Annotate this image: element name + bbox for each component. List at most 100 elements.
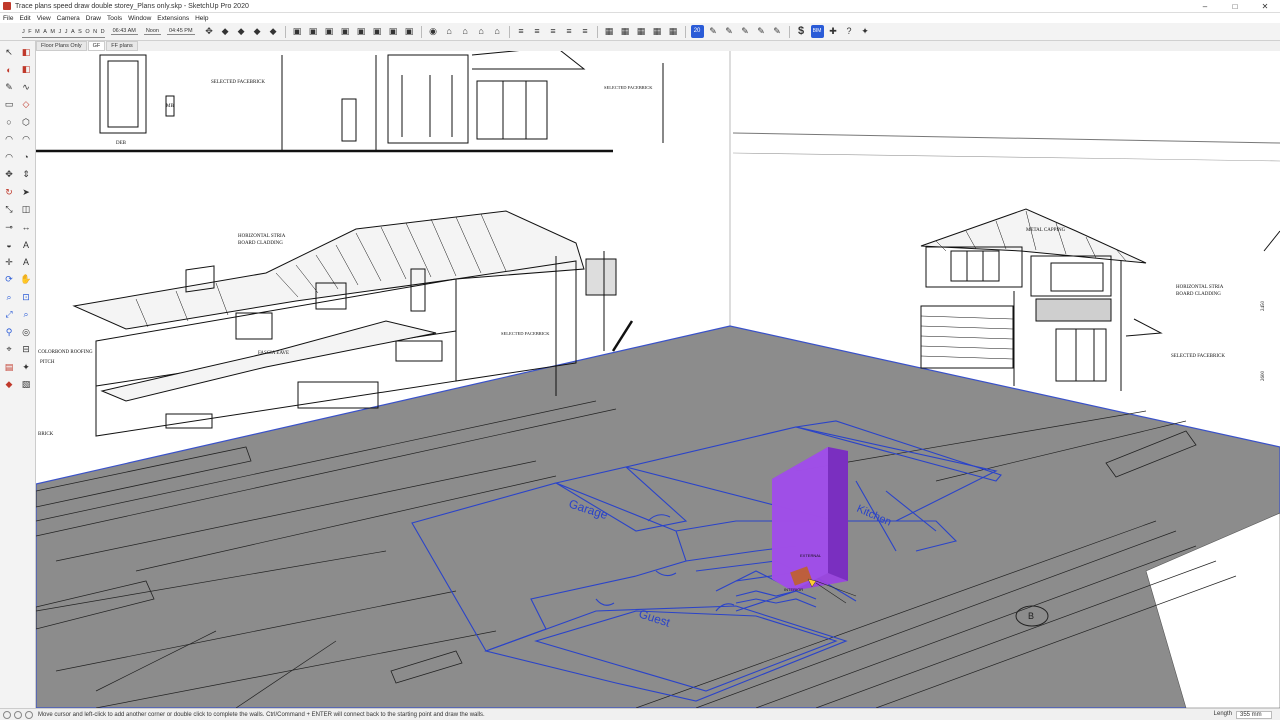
- pushpull-icon[interactable]: ⇕: [18, 167, 34, 183]
- month-nov[interactable]: N: [93, 29, 97, 35]
- axes-icon[interactable]: ✛: [1, 254, 17, 270]
- maximize-button[interactable]: □: [1220, 0, 1250, 13]
- arc-icon[interactable]: ◠: [1, 132, 17, 148]
- box-icon[interactable]: ▣: [291, 25, 304, 38]
- month-jan[interactable]: J: [22, 29, 25, 35]
- layer-icon[interactable]: ≡: [515, 25, 528, 38]
- dollar-icon[interactable]: $: [795, 25, 808, 38]
- eraser-icon[interactable]: ◧: [18, 62, 34, 78]
- zoomextents-icon[interactable]: ⤢: [1, 307, 17, 323]
- month-feb[interactable]: F: [28, 29, 31, 35]
- section-icon[interactable]: ⊟: [18, 342, 34, 358]
- minimize-button[interactable]: –: [1190, 0, 1220, 13]
- time-end[interactable]: 04:45 PM: [166, 28, 195, 35]
- sandbox-icon[interactable]: ▦: [635, 25, 648, 38]
- month-jun[interactable]: J: [58, 29, 61, 35]
- pan-icon[interactable]: ✋: [18, 272, 34, 288]
- plugin-icon[interactable]: 20: [690, 25, 704, 38]
- rotated-rectangle-icon[interactable]: ◇: [18, 97, 34, 113]
- move-icon[interactable]: ✥: [203, 25, 216, 38]
- protractor-icon[interactable]: ◒: [1, 237, 17, 253]
- zoom-icon[interactable]: ⌕: [1, 289, 17, 305]
- menu-draw[interactable]: Draw: [86, 15, 101, 22]
- freehand-icon[interactable]: ∿: [18, 79, 34, 95]
- menu-camera[interactable]: Camera: [57, 15, 80, 22]
- time-start[interactable]: 06:43 AM: [110, 28, 138, 35]
- sandbox-icon[interactable]: ▦: [651, 25, 664, 38]
- month-may[interactable]: M: [50, 29, 55, 35]
- polygon-icon[interactable]: ⬡: [18, 114, 34, 130]
- paint-icon[interactable]: ◐: [1, 62, 17, 78]
- credits-icon[interactable]: [25, 710, 33, 719]
- zoomwindow-icon[interactable]: ⊡: [18, 289, 34, 305]
- pie-icon[interactable]: ◔: [18, 149, 34, 165]
- menu-edit[interactable]: Edit: [19, 15, 30, 22]
- select-icon[interactable]: ↖: [1, 44, 17, 60]
- ruby-icon[interactable]: ◆: [1, 377, 17, 393]
- box-icon[interactable]: ▣: [323, 25, 336, 38]
- camera-icon[interactable]: ◉: [427, 25, 440, 38]
- layer-icon[interactable]: ≡: [579, 25, 592, 38]
- move-icon[interactable]: ✥: [1, 167, 17, 183]
- menu-file[interactable]: File: [3, 15, 13, 22]
- menu-view[interactable]: View: [37, 15, 51, 22]
- walk-icon[interactable]: ⚲: [1, 324, 17, 340]
- tab-ff-plans[interactable]: FF plans: [106, 41, 138, 51]
- plugin-icon[interactable]: ✎: [755, 25, 768, 38]
- house-icon[interactable]: ⌂: [443, 25, 456, 38]
- month-mar[interactable]: M: [35, 29, 40, 35]
- plugin-icon[interactable]: ✎: [771, 25, 784, 38]
- menu-help[interactable]: Help: [195, 15, 208, 22]
- bim-icon[interactable]: BIM: [810, 25, 824, 38]
- arc-icon[interactable]: ◠: [1, 149, 17, 165]
- eraser-icon[interactable]: ◧: [18, 44, 34, 60]
- box-icon[interactable]: ▣: [387, 25, 400, 38]
- menu-window[interactable]: Window: [128, 15, 151, 22]
- box-icon[interactable]: ▣: [355, 25, 368, 38]
- plugin-icon[interactable]: ✎: [707, 25, 720, 38]
- cube-icon[interactable]: ◆: [251, 25, 264, 38]
- house-icon[interactable]: ⌂: [475, 25, 488, 38]
- close-button[interactable]: ✕: [1250, 0, 1280, 13]
- extension-icon[interactable]: ✦: [859, 25, 872, 38]
- menu-tools[interactable]: Tools: [107, 15, 122, 22]
- lookaround-icon[interactable]: ◎: [18, 324, 34, 340]
- text-icon[interactable]: A: [18, 237, 34, 253]
- tab-floor-plans-only[interactable]: Floor Plans Only: [36, 41, 87, 51]
- month-sep[interactable]: S: [78, 29, 82, 35]
- rectangle-icon[interactable]: ▭: [1, 97, 17, 113]
- month-slider[interactable]: J F M A M J J A S O N D: [22, 29, 105, 38]
- offset-icon[interactable]: ◫: [18, 202, 34, 218]
- cube-icon[interactable]: ◆: [267, 25, 280, 38]
- sandbox-icon[interactable]: ▦: [603, 25, 616, 38]
- pin-icon[interactable]: ✚: [827, 25, 840, 38]
- box-icon[interactable]: ▣: [371, 25, 384, 38]
- circle-icon[interactable]: ○: [1, 114, 17, 130]
- model-canvas[interactable]: SELECTED FACEBRICK MB DEB SELECTED FACEB…: [36, 51, 1280, 708]
- menu-extensions[interactable]: Extensions: [157, 15, 189, 22]
- cube-icon[interactable]: ◆: [219, 25, 232, 38]
- sandbox-icon[interactable]: ▦: [619, 25, 632, 38]
- month-dec[interactable]: D: [101, 29, 105, 35]
- position-camera-icon[interactable]: ⌖: [1, 342, 17, 358]
- time-noon[interactable]: Noon: [143, 28, 161, 35]
- box-icon[interactable]: ▣: [339, 25, 352, 38]
- rotate-icon[interactable]: ↻: [1, 184, 17, 200]
- pencil-icon[interactable]: ✎: [1, 79, 17, 95]
- layer-icon[interactable]: ≡: [531, 25, 544, 38]
- orbit-icon[interactable]: ⟳: [1, 272, 17, 288]
- month-apr[interactable]: A: [43, 29, 47, 35]
- plugin-icon[interactable]: ✎: [723, 25, 736, 38]
- box-icon[interactable]: ▣: [307, 25, 320, 38]
- scale-icon[interactable]: ⤡: [1, 202, 17, 218]
- house-icon[interactable]: ⌂: [491, 25, 504, 38]
- sandbox-icon[interactable]: ▦: [667, 25, 680, 38]
- house-icon[interactable]: ⌂: [459, 25, 472, 38]
- warehouse-icon[interactable]: ▤: [1, 359, 17, 375]
- plugin-icon[interactable]: ✎: [739, 25, 752, 38]
- layer-icon[interactable]: ≡: [547, 25, 560, 38]
- followme-icon[interactable]: ➤: [18, 184, 34, 200]
- tape-icon[interactable]: ⊸: [1, 219, 17, 235]
- box-icon[interactable]: ▣: [403, 25, 416, 38]
- arc-icon[interactable]: ◠: [18, 132, 34, 148]
